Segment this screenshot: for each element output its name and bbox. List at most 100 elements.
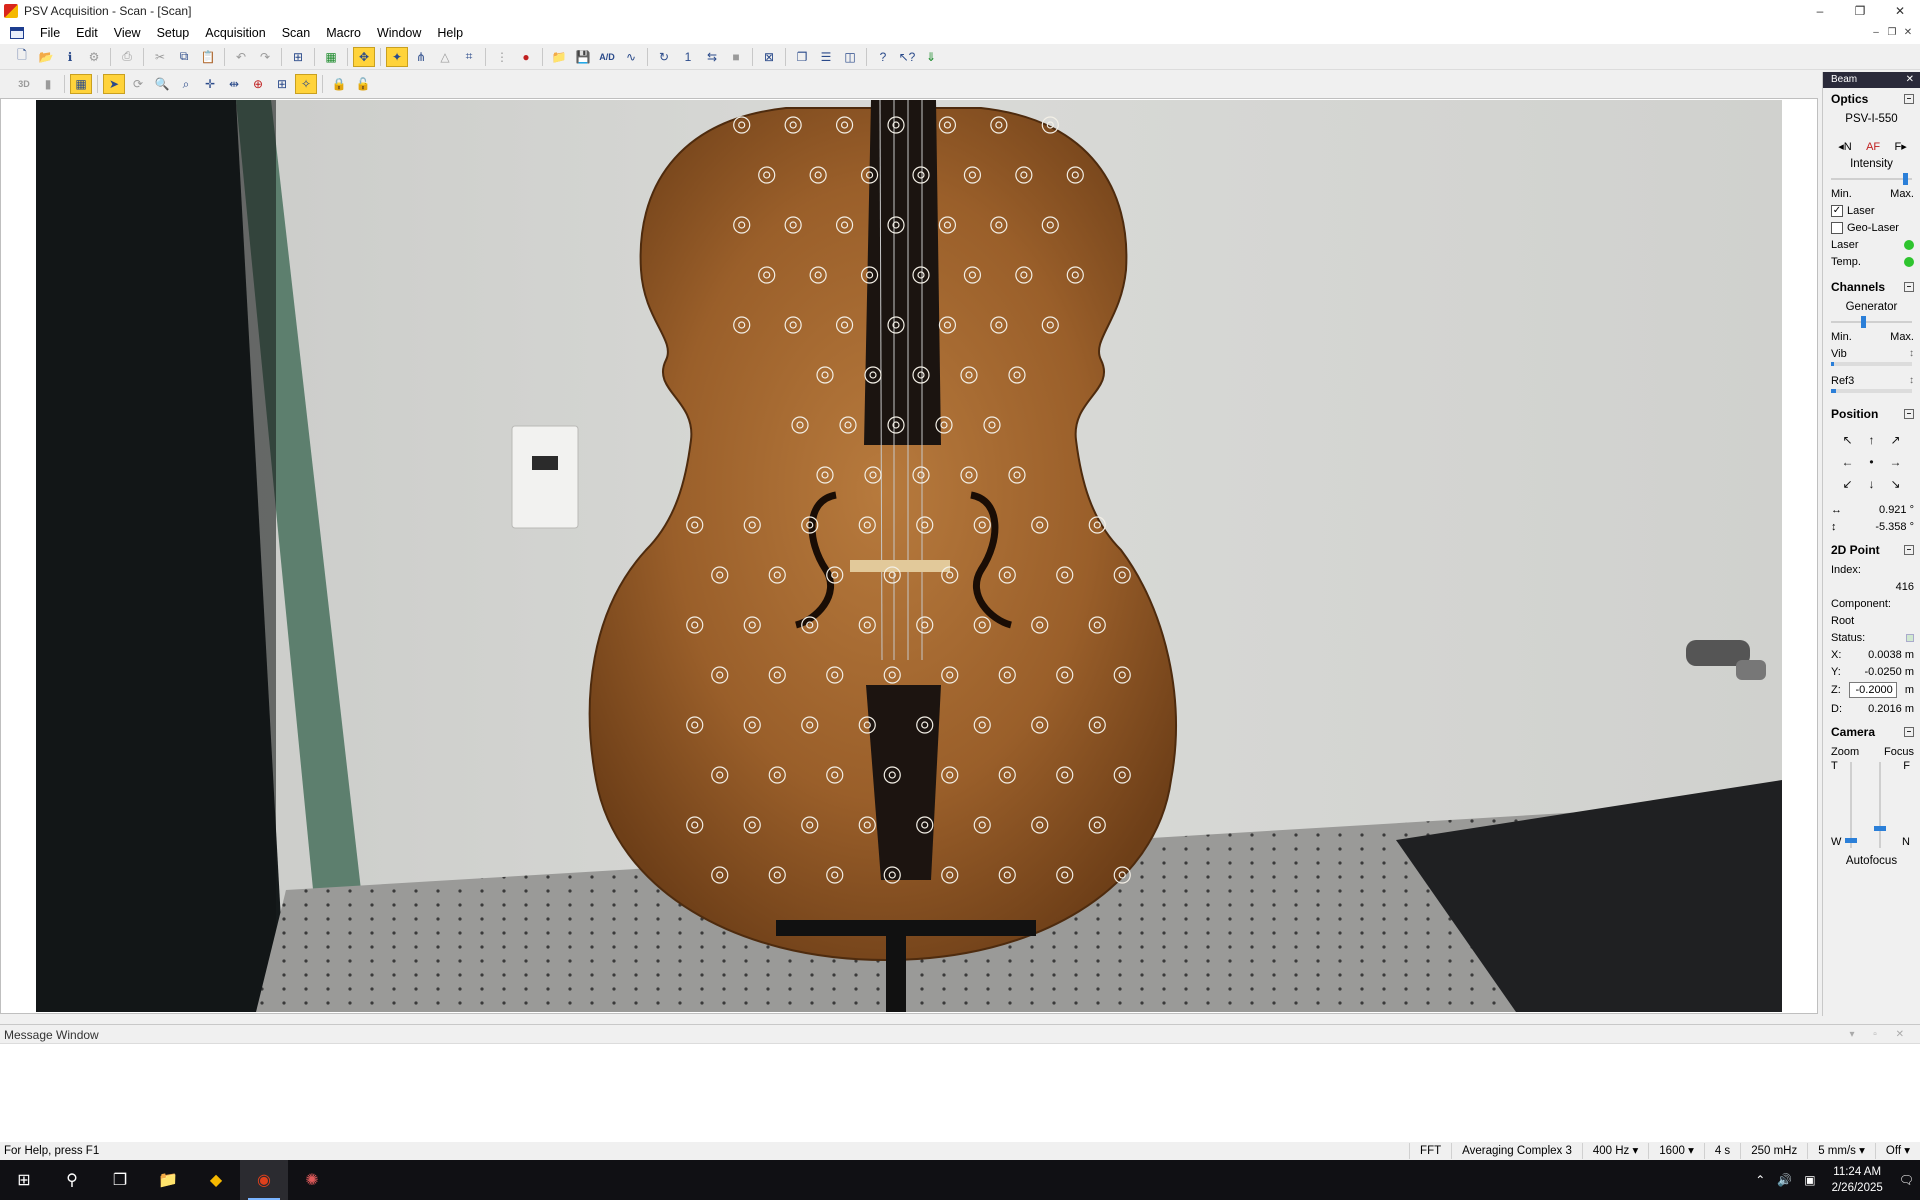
center-icon[interactable]: ⊕: [247, 74, 269, 94]
generator-slider[interactable]: [1831, 316, 1912, 328]
channels-section-header[interactable]: Channels –: [1823, 276, 1920, 298]
status-off[interactable]: Off ▾: [1874, 1143, 1920, 1159]
vib-channel-row[interactable]: Vib ↕: [1823, 345, 1920, 362]
collapse-icon[interactable]: –: [1904, 409, 1914, 419]
arrow-left-icon[interactable]: ←: [1836, 451, 1860, 473]
ref3-channel-row[interactable]: Ref3 ↕: [1823, 372, 1920, 389]
arrow-right-icon[interactable]: →: [1884, 451, 1908, 473]
rotate-icon[interactable]: ⟳: [127, 74, 149, 94]
menu-setup[interactable]: Setup: [149, 22, 198, 44]
align-icon[interactable]: ⋮: [491, 47, 513, 67]
copy-icon[interactable]: ⧉: [173, 47, 195, 67]
arrow-up-icon[interactable]: ↑: [1860, 429, 1884, 451]
triangulate-icon[interactable]: △: [434, 47, 456, 67]
task-view-icon[interactable]: ❐: [96, 1160, 144, 1200]
properties-icon[interactable]: ⚙: [83, 47, 105, 67]
menu-file[interactable]: File: [32, 22, 68, 44]
intensity-slider-thumb[interactable]: [1903, 173, 1909, 185]
menu-help[interactable]: Help: [429, 22, 471, 44]
open-scan-icon[interactable]: 📁: [548, 47, 570, 67]
new-icon[interactable]: 🗋: [11, 47, 33, 67]
move-icon[interactable]: ✥: [353, 46, 375, 67]
camera-section-header[interactable]: Camera –: [1823, 721, 1920, 743]
generator-slider-thumb[interactable]: [1861, 316, 1867, 328]
arrow-down-icon[interactable]: ↓: [1860, 473, 1884, 495]
collapse-icon[interactable]: –: [1904, 727, 1914, 737]
status-bandwidth[interactable]: 400 Hz ▾: [1581, 1143, 1648, 1159]
search-icon[interactable]: ⚲: [48, 1160, 96, 1200]
ref3-range-icon[interactable]: ↕: [1909, 375, 1914, 386]
grid-overlay-icon[interactable]: ▦: [70, 74, 92, 94]
panel-close-icon[interactable]: ✕: [1906, 72, 1914, 88]
camera-video-view[interactable]: [36, 100, 1782, 1012]
undo-icon[interactable]: ↶: [230, 47, 252, 67]
ad-button[interactable]: A/D: [596, 47, 618, 67]
single-shot-button[interactable]: 1: [677, 47, 699, 67]
minimize-button[interactable]: –: [1800, 0, 1840, 22]
point2d-section-header[interactable]: 2D Point –: [1823, 539, 1920, 561]
scan-points-icon[interactable]: ⌗: [458, 47, 480, 67]
focus-slider-thumb[interactable]: [1874, 826, 1886, 831]
mdi-restore-button[interactable]: ❐: [1884, 22, 1900, 44]
notification-icon[interactable]: 🗨: [1899, 1173, 1914, 1187]
context-help-icon[interactable]: ↖?: [896, 47, 918, 67]
autofocus-button[interactable]: AF: [1866, 141, 1880, 153]
lock-icon[interactable]: 🔒: [328, 74, 350, 94]
collapse-icon[interactable]: –: [1904, 94, 1914, 104]
focus-slider-track[interactable]: [1879, 762, 1881, 848]
snap-icon[interactable]: ✧: [295, 74, 317, 94]
download-icon[interactable]: ⇓: [920, 47, 942, 67]
menu-window[interactable]: Window: [369, 22, 429, 44]
help-icon[interactable]: ?: [872, 47, 894, 67]
redo-icon[interactable]: ↷: [254, 47, 276, 67]
menu-acquisition[interactable]: Acquisition: [197, 22, 273, 44]
menu-macro[interactable]: Macro: [318, 22, 369, 44]
waveform-icon[interactable]: ⊠: [758, 47, 780, 67]
menu-edit[interactable]: Edit: [68, 22, 106, 44]
clock[interactable]: 11:24 AM 2/26/2025: [1832, 1164, 1883, 1196]
zoom-slider-track[interactable]: [1850, 762, 1852, 848]
menu-scan[interactable]: Scan: [274, 22, 319, 44]
collapse-icon[interactable]: –: [1904, 545, 1914, 555]
unlock-icon[interactable]: 🔓: [352, 74, 374, 94]
pointer-icon[interactable]: ➤: [103, 74, 125, 94]
message-window-controls[interactable]: ▾ ▫ ✕: [1850, 1025, 1913, 1043]
point-define-icon[interactable]: ✦: [386, 46, 408, 67]
info-icon[interactable]: ℹ: [59, 47, 81, 67]
mdi-close-button[interactable]: ✕: [1900, 22, 1916, 44]
focus-far-button[interactable]: F▸: [1895, 140, 1907, 153]
print-icon[interactable]: ⎙: [116, 47, 138, 67]
tree-icon[interactable]: ⊞: [287, 47, 309, 67]
start-icon[interactable]: ⊞: [0, 1160, 48, 1200]
app-pinned-icon[interactable]: ◆: [192, 1160, 240, 1200]
mdi-minimize-button[interactable]: –: [1868, 22, 1884, 44]
autofocus-label[interactable]: Autofocus: [1823, 852, 1920, 870]
layer-icon[interactable]: ▮: [37, 74, 59, 94]
tray-chevron-icon[interactable]: ⌃: [1755, 1173, 1765, 1187]
z-value-input[interactable]: -0.2000: [1848, 682, 1897, 698]
refresh-icon[interactable]: ↻: [653, 47, 675, 67]
vib-range-icon[interactable]: ↕: [1909, 348, 1914, 359]
intensity-slider[interactable]: [1831, 173, 1912, 185]
tile-horizontal-icon[interactable]: ☰: [815, 47, 837, 67]
laser-points-icon[interactable]: ●: [515, 47, 537, 67]
3d-button[interactable]: 3D: [13, 74, 35, 94]
pan-icon[interactable]: ✛: [199, 74, 221, 94]
tile-vertical-icon[interactable]: ◫: [839, 47, 861, 67]
signal-icon[interactable]: ∿: [620, 47, 642, 67]
status-velocity[interactable]: 5 mm/s ▾: [1807, 1143, 1875, 1159]
document-icon[interactable]: [10, 27, 24, 39]
cascade-icon[interactable]: ❐: [791, 47, 813, 67]
frame-icon[interactable]: ⊞: [271, 74, 293, 94]
network-icon[interactable]: ▣: [1804, 1173, 1815, 1187]
stop-icon[interactable]: ■: [725, 47, 747, 67]
restore-button[interactable]: ❐: [1840, 0, 1880, 22]
collapse-icon[interactable]: –: [1904, 282, 1914, 292]
grid-icon[interactable]: ▦: [320, 47, 342, 67]
zoom-icon[interactable]: 🔍: [151, 74, 173, 94]
focus-near-button[interactable]: ◂N: [1838, 140, 1851, 153]
close-button[interactable]: ✕: [1880, 0, 1920, 22]
file-explorer-icon[interactable]: 📁: [144, 1160, 192, 1200]
mesh-icon[interactable]: ⋔: [410, 47, 432, 67]
save-icon[interactable]: 💾: [572, 47, 594, 67]
